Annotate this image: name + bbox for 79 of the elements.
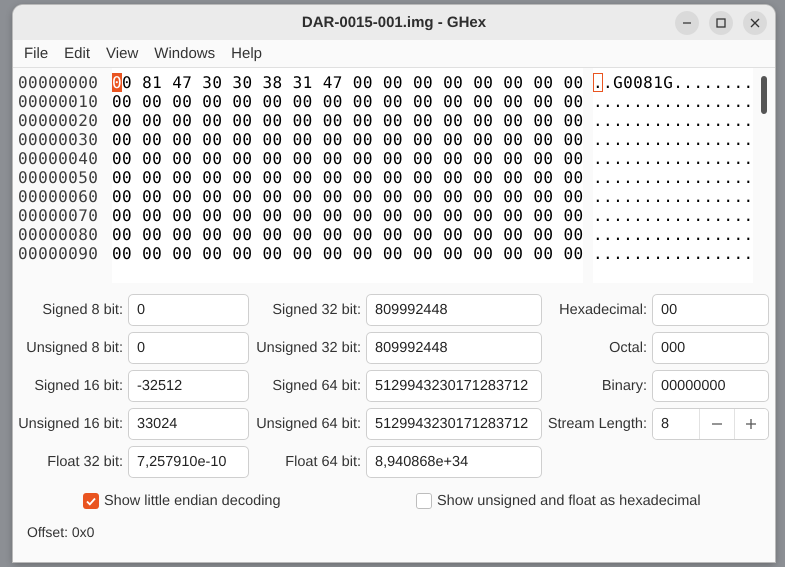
field-label: Signed 64 bit: (271, 378, 362, 394)
ascii-text[interactable]: ................ (593, 187, 753, 206)
offset-label: 00000020 (18, 111, 100, 130)
menu-item[interactable]: View (98, 45, 146, 62)
checkbox[interactable] (83, 493, 99, 509)
scrollbar-thumb[interactable] (761, 76, 767, 114)
offset-label: 00000040 (18, 149, 100, 168)
cursor-highlight[interactable]: . (593, 73, 604, 92)
field-label: Float 32 bit: (46, 454, 124, 470)
hex-bytes[interactable]: 00 00 00 00 00 00 00 00 00 00 00 00 00 00 00 00 (112, 168, 583, 187)
ascii-text[interactable]: .G0081G........ (603, 73, 754, 92)
value-field[interactable]: -32512 (128, 370, 249, 402)
offset-label: 00000060 (18, 187, 100, 206)
hex-bytes[interactable]: 00 00 00 00 00 00 00 00 00 00 00 00 00 00 00 00 (112, 149, 583, 168)
offset-label: 00000080 (18, 225, 100, 244)
field-label: Octal: (608, 340, 648, 356)
hex-bytes[interactable]: 00 00 00 00 00 00 00 00 00 00 00 00 00 00 00 00 (112, 111, 583, 130)
value-field[interactable]: 000 (652, 332, 769, 364)
menu-item[interactable]: File (16, 45, 56, 62)
offset-label: 00000010 (18, 92, 100, 111)
value-field[interactable]: 7,257910e-10 (128, 446, 249, 478)
offset-label: 00000090 (18, 244, 100, 263)
close-button[interactable] (743, 11, 767, 35)
value-field[interactable]: 33024 (128, 408, 249, 440)
spinner[interactable]: 8 (652, 408, 769, 440)
hex-bytes[interactable]: 00 00 00 00 00 00 00 00 00 00 00 00 00 00 00 00 (112, 92, 583, 111)
checkbox-label[interactable]: Show unsigned and float as hexadecimal (437, 493, 701, 509)
field-label: Signed 16 bit: (33, 378, 124, 394)
field-label: Binary: (600, 378, 648, 394)
offset-label: 00000070 (18, 206, 100, 225)
value-field[interactable]: 5129943230171283712 (366, 408, 542, 440)
value-field[interactable]: 809992448 (366, 332, 542, 364)
field-label: Float 64 bit: (284, 454, 362, 470)
checkbox[interactable] (416, 493, 432, 509)
hex-bytes[interactable]: 00 00 00 00 00 00 00 00 00 00 00 00 00 00 00 00 (112, 206, 583, 225)
field-label: Unsigned 32 bit: (255, 340, 362, 356)
window-title: DAR-0015-001.img - GHex (302, 14, 486, 31)
offset-label: 00000030 (18, 130, 100, 149)
ascii-text[interactable]: ................ (593, 244, 753, 263)
close-icon (750, 18, 760, 28)
ascii-text[interactable]: ................ (593, 168, 753, 187)
minimize-icon (683, 22, 691, 24)
field-label: Signed 8 bit: (41, 302, 124, 318)
ascii-text[interactable]: ................ (593, 225, 753, 244)
field-label: Unsigned 64 bit: (255, 416, 362, 432)
checkbox-label[interactable]: Show little endian decoding (104, 493, 281, 509)
value-field[interactable]: 00000000 (652, 370, 769, 402)
hex-bytes[interactable]: 00 00 00 00 00 00 00 00 00 00 00 00 00 00 00 00 (112, 130, 583, 149)
ascii-text[interactable]: ................ (593, 149, 753, 168)
maximize-icon (716, 18, 726, 28)
offset-label: 00000000 (18, 73, 100, 92)
field-label: Signed 32 bit: (271, 302, 362, 318)
menu-item[interactable]: Help (223, 45, 270, 62)
value-field[interactable]: 00 (652, 294, 769, 326)
value-field[interactable]: 5129943230171283712 (366, 370, 542, 402)
ascii-text[interactable]: ................ (593, 92, 753, 111)
field-label: Stream Length: (546, 416, 648, 432)
hex-bytes[interactable]: 00 00 00 00 00 00 00 00 00 00 00 00 00 00 00 00 (112, 187, 583, 206)
value-field[interactable]: 0 (128, 332, 249, 364)
value-field[interactable]: 809992448 (366, 294, 542, 326)
cursor-highlight[interactable]: 0 (112, 73, 122, 92)
field-label: Hexadecimal: (558, 302, 648, 318)
ascii-text[interactable]: ................ (593, 111, 753, 130)
hex-bytes[interactable]: 0 81 47 30 30 38 31 47 00 00 00 00 00 00 00 00 (122, 73, 584, 92)
ascii-text[interactable]: ................ (593, 130, 753, 149)
menu-item[interactable]: Windows (146, 45, 224, 62)
value-field[interactable]: 0 (128, 294, 249, 326)
field-label: Unsigned 8 bit: (25, 340, 124, 356)
plus-icon (745, 418, 758, 430)
offset-label: 00000050 (18, 168, 100, 187)
field-label: Unsigned 16 bit: (17, 416, 124, 432)
maximize-button[interactable] (709, 11, 733, 35)
menu-item[interactable]: Edit (56, 45, 98, 62)
hex-bytes[interactable]: 00 00 00 00 00 00 00 00 00 00 00 00 00 00 00 00 (112, 225, 583, 244)
status-text: Offset: 0x0 (27, 524, 94, 540)
check-icon (85, 495, 97, 507)
ascii-text[interactable]: ................ (593, 206, 753, 225)
value-field[interactable]: 8,940868e+34 (366, 446, 542, 478)
hex-bytes[interactable]: 00 00 00 00 00 00 00 00 00 00 00 00 00 00 00 00 (112, 244, 583, 263)
